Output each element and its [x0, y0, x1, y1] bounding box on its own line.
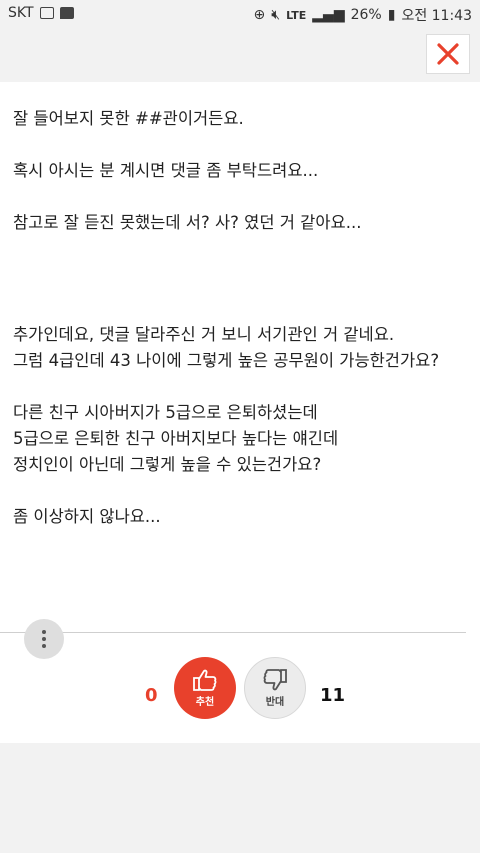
close-button[interactable] — [426, 34, 470, 74]
battery-icon: ▮ — [387, 7, 396, 23]
battery-label: 26% — [350, 7, 382, 23]
more-dots-icon — [42, 630, 46, 634]
mute-icon: 🔇︎ — [271, 7, 281, 23]
status-left: SKT — [8, 5, 74, 21]
downvote-count: 11 — [320, 685, 346, 706]
upvote-count: 0 — [145, 685, 158, 706]
downvote-label: 반대 — [265, 697, 285, 708]
gallery-icon — [39, 7, 54, 19]
post-line: 좀 이상하지 않나요... — [13, 507, 161, 526]
thumbs-up-icon — [193, 669, 217, 691]
post-line: 5급으로 은퇴한 친구 아버지보다 높다는 얘긴데 — [13, 429, 339, 448]
post-line: 다른 친구 시아버지가 5급으로 은퇴하셨는데 — [13, 403, 318, 422]
post-body: 잘 들어보지 못한 ##관이거든요. 혹시 아시는 분 계시면 댓글 좀 부탁드… — [13, 106, 473, 530]
post-line: 추가인데요, 댓글 달라주신 거 보니 서기관인 거 같네요. — [13, 325, 395, 344]
thumbs-down-icon — [263, 669, 287, 691]
carrier-label: SKT — [8, 5, 34, 21]
lte-label: LTE — [286, 8, 307, 22]
upvote-button[interactable]: 추천 — [174, 657, 236, 719]
sync-icon: ⊕ — [253, 7, 266, 23]
post-line: 그럼 4급인데 43 나이에 그렇게 높은 공무원이 가능한건가요? — [13, 351, 440, 370]
signal-icon: ▂▄▆ — [312, 7, 345, 23]
status-bar: SKT ⊕ 🔇︎ LTE ▂▄▆ 26% ▮ 오전 11:43 — [0, 0, 480, 28]
close-icon — [437, 43, 459, 65]
top-bar — [0, 28, 480, 82]
clock: 오전 11:43 — [401, 8, 472, 24]
more-options-button[interactable] — [24, 619, 64, 659]
post-line: 정치인이 아닌데 그렇게 높을 수 있는건가요? — [13, 455, 322, 474]
post-line: 혹시 아시는 분 계시면 댓글 좀 부탁드려요... — [13, 161, 319, 180]
status-right: ⊕ 🔇︎ LTE ▂▄▆ 26% ▮ 오전 11:43 — [254, 5, 473, 25]
post-line: 참고로 잘 듣진 못했는데 서? 사? 였던 거 같아요... — [13, 213, 362, 232]
downvote-button[interactable]: 반대 — [244, 657, 306, 719]
divider — [0, 632, 466, 633]
vote-row: 0 추천 반대 11 — [0, 657, 480, 721]
upvote-label: 추천 — [195, 697, 215, 708]
post-content: 잘 들어보지 못한 ##관이거든요. 혹시 아시는 분 계시면 댓글 좀 부탁드… — [0, 82, 480, 743]
post-line: 잘 들어보지 못한 ##관이거든요. — [13, 109, 244, 128]
message-icon — [59, 7, 74, 19]
